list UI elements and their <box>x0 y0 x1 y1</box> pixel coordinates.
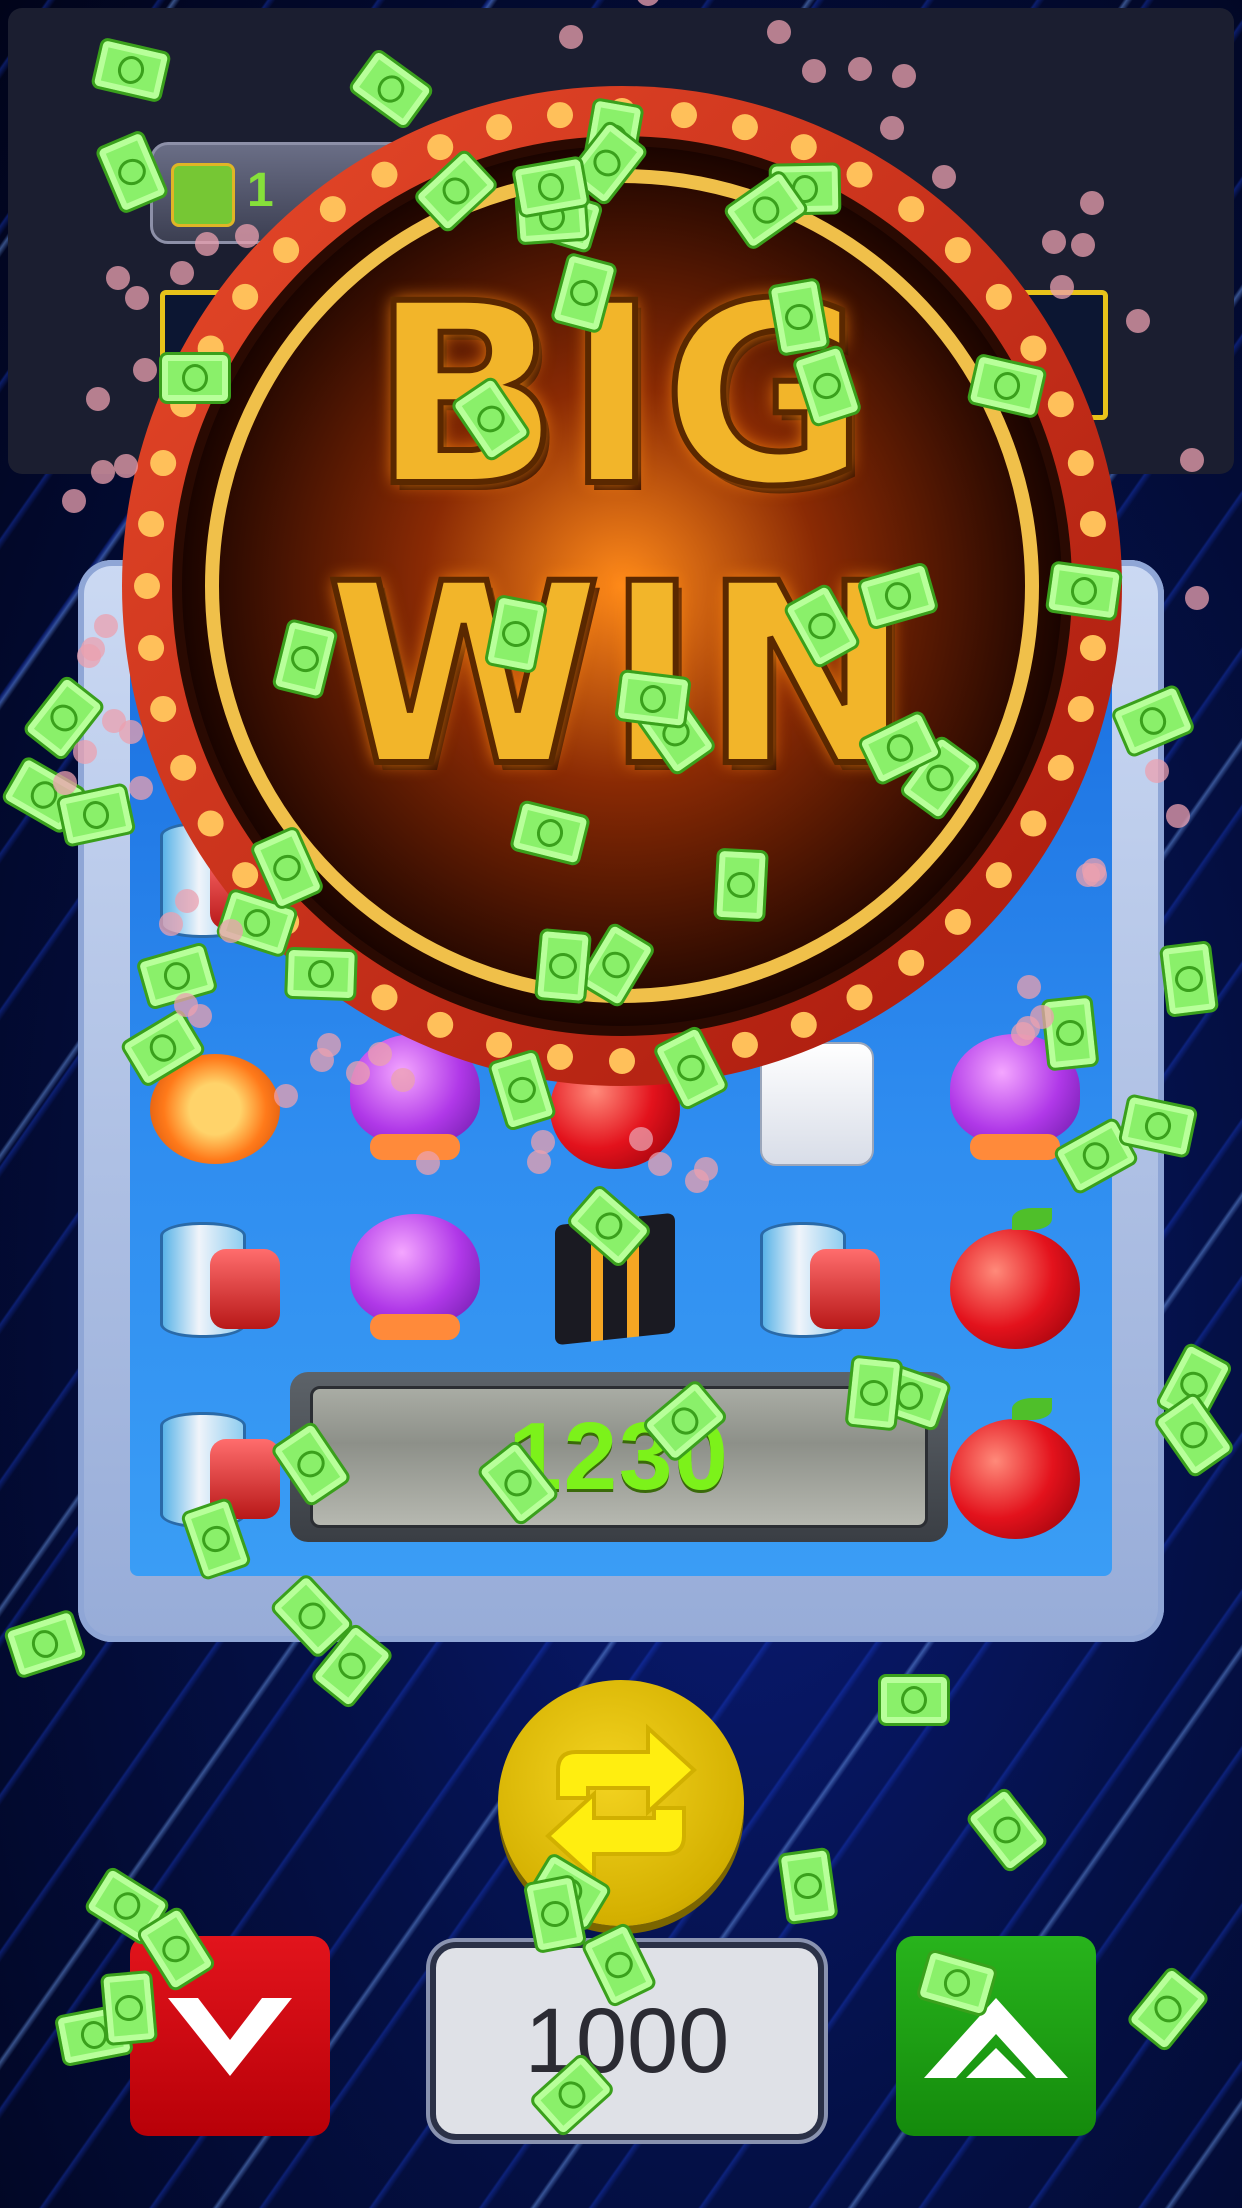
marquee-bulb <box>670 102 697 129</box>
cash-icon <box>99 1969 159 2047</box>
sparkle-dot <box>219 919 243 943</box>
sparkle-dot <box>119 720 143 744</box>
sparkle-dot <box>391 1068 415 1092</box>
sparkle-dot <box>1185 586 1209 610</box>
cash-icon <box>533 927 593 1005</box>
sparkle-dot <box>159 912 183 936</box>
sparkle-dot <box>1050 275 1074 299</box>
marquee-bulb <box>731 1031 758 1058</box>
marquee-bulb <box>898 196 925 223</box>
sparkle-dot <box>317 1033 341 1057</box>
sparkle-dot <box>129 776 153 800</box>
sparkle-dot <box>559 25 583 49</box>
sparkle-dot <box>527 1150 551 1174</box>
sparkle-dot <box>1166 804 1190 828</box>
cash-icon <box>284 946 358 1002</box>
sparkle-dot <box>1076 863 1100 887</box>
sparkle-dot <box>802 59 826 83</box>
cash-icon <box>878 1674 950 1726</box>
marquee-bulb <box>547 102 574 129</box>
sparkle-dot <box>892 64 916 88</box>
cash-icon <box>844 1354 904 1432</box>
sparkle-dot <box>114 454 138 478</box>
sparkle-dot <box>848 57 872 81</box>
sparkle-dot <box>175 889 199 913</box>
marquee-bulb <box>486 114 513 141</box>
sparkle-dot <box>125 286 149 310</box>
sparkle-dot <box>346 1061 370 1085</box>
sparkle-dot <box>932 165 956 189</box>
sparkle-dot <box>106 266 130 290</box>
sparkle-dot <box>629 1127 653 1151</box>
marquee-bulb <box>846 161 873 188</box>
symbol-apple <box>940 1394 1090 1544</box>
marquee-bulb <box>427 1011 454 1038</box>
sparkle-dot <box>1080 191 1104 215</box>
marquee-bulb <box>944 908 971 935</box>
marquee-bulb <box>846 984 873 1011</box>
cash-icon <box>777 1846 839 1926</box>
sparkle-dot <box>694 1157 718 1181</box>
symbol-club <box>340 1204 490 1354</box>
sparkle-dot <box>73 740 97 764</box>
marquee-bulb <box>232 862 259 889</box>
marquee-bulb <box>985 862 1012 889</box>
sparkle-dot <box>86 387 110 411</box>
sparkle-dot <box>880 116 904 140</box>
cash-icon <box>1158 940 1220 1018</box>
marquee-bulb <box>371 161 398 188</box>
sparkle-dot <box>368 1042 392 1066</box>
symbol-cup <box>740 1204 890 1354</box>
cash-icon <box>713 847 769 923</box>
marquee-bulb <box>486 1031 513 1058</box>
sparkle-dot <box>416 1151 440 1175</box>
sparkle-dot <box>62 489 86 513</box>
sparkle-dot <box>1180 448 1204 472</box>
sparkle-dot <box>133 358 157 382</box>
marquee-bulb <box>609 1048 635 1074</box>
sparkle-dot <box>1145 759 1169 783</box>
sparkle-dot <box>195 232 219 256</box>
marquee-bulb <box>371 984 398 1011</box>
sparkle-dot <box>77 644 101 668</box>
cash-icon <box>1040 994 1100 1072</box>
marquee-bulb <box>790 1011 817 1038</box>
cash-icon <box>159 352 231 404</box>
sparkle-dot <box>1042 230 1066 254</box>
cash-icon <box>1044 560 1124 622</box>
sparkle-dot <box>1126 309 1150 333</box>
sparkle-dot <box>274 1084 298 1108</box>
marquee-bulb <box>790 134 817 161</box>
sparkle-dot <box>1071 233 1095 257</box>
marquee-bulb <box>898 949 925 976</box>
sparkle-dot <box>94 614 118 638</box>
marquee-bulb <box>731 114 758 141</box>
marquee-bulb <box>319 196 346 223</box>
sparkle-dot <box>235 224 259 248</box>
sparkle-dot <box>1016 1016 1040 1040</box>
cash-icon <box>614 668 692 730</box>
sparkle-dot <box>767 20 791 44</box>
sparkle-dot <box>170 261 194 285</box>
marquee-bulb <box>547 1043 574 1070</box>
marquee-bulb <box>427 134 454 161</box>
sparkle-dot <box>648 1152 672 1176</box>
symbol-apple <box>940 1204 1090 1354</box>
symbol-cup <box>140 1204 290 1354</box>
sparkle-dot <box>1017 975 1041 999</box>
sparkle-dot <box>53 771 77 795</box>
sparkle-dot <box>91 460 115 484</box>
sparkle-dot <box>188 1004 212 1028</box>
